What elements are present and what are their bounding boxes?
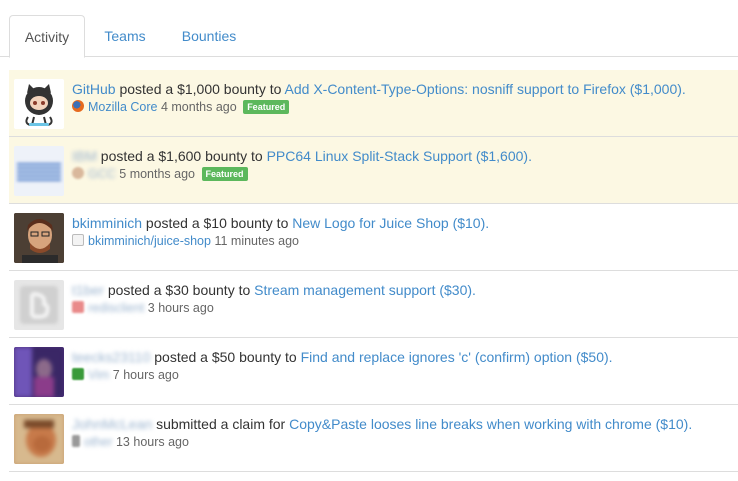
featured-badge: Featured <box>201 167 248 181</box>
feed-item-meta: other 13 hours ago <box>72 435 189 449</box>
claim-link[interactable]: Copy&Paste looses line breaks when worki… <box>289 416 692 432</box>
featured-badge: Featured <box>243 100 290 114</box>
time-ago: 7 hours ago <box>112 368 179 382</box>
bounty-link[interactable]: Stream management support ($30). <box>254 282 476 298</box>
feed-item-meta: redisclient 3 hours ago <box>72 301 214 315</box>
feed-item-summary: bkimminich posted a $10 bounty to New Lo… <box>72 215 489 231</box>
tab-bounties[interactable]: Bounties <box>178 15 240 58</box>
feed-item-summary: t1ber posted a $30 bounty to Stream mana… <box>72 282 476 298</box>
project-icon <box>72 301 84 313</box>
time-ago: 4 months ago <box>160 100 237 114</box>
action-text: posted a $1,600 bounty to <box>100 148 263 164</box>
feed-item: IBM posted a $1,600 bounty to PPC64 Linu… <box>9 137 738 204</box>
user-avatar[interactable] <box>14 414 64 464</box>
action-text: posted a $30 bounty to <box>107 282 251 298</box>
user-avatar[interactable] <box>14 280 64 330</box>
bounty-link[interactable]: Add X-Content-Type-Options: nosniff supp… <box>285 81 686 97</box>
project-link[interactable]: bkimminich/juice-shop <box>88 234 211 248</box>
user-link[interactable]: teecks23110 <box>72 349 150 365</box>
time-ago: 5 months ago <box>119 167 196 181</box>
project-link[interactable]: Mozilla Core <box>88 100 157 114</box>
time-ago: 13 hours ago <box>115 435 189 449</box>
time-ago: 11 minutes ago <box>214 234 299 248</box>
feed-item-summary: IBM posted a $1,600 bounty to PPC64 Linu… <box>72 148 532 164</box>
user-photo <box>14 414 64 464</box>
action-text: posted a $10 bounty to <box>145 215 289 231</box>
bounty-link[interactable]: PPC64 Linux Split-Stack Support ($1,600)… <box>267 148 532 164</box>
project-icon <box>72 435 80 447</box>
github-octocat-icon <box>25 84 53 126</box>
github-avatar[interactable] <box>14 79 64 129</box>
time-ago: 3 hours ago <box>147 301 214 315</box>
feed-item-summary: teecks23110 posted a $50 bounty to Find … <box>72 349 613 365</box>
user-link[interactable]: t1ber <box>72 282 104 298</box>
bounty-link[interactable]: Find and replace ignores 'c' (confirm) o… <box>301 349 613 365</box>
feed-item-summary: GitHub posted a $1,000 bounty to Add X-C… <box>72 81 686 97</box>
project-link[interactable]: Vim <box>88 368 109 382</box>
user-avatar[interactable] <box>14 213 64 263</box>
user-avatar[interactable] <box>14 347 64 397</box>
user-photo <box>14 347 64 397</box>
user-link[interactable]: IBM <box>72 148 97 164</box>
project-icon <box>72 167 84 179</box>
ibm-avatar[interactable] <box>14 146 64 196</box>
feed-item: t1ber posted a $30 bounty to Stream mana… <box>9 271 738 338</box>
user-photo <box>14 213 64 263</box>
vim-icon <box>72 368 84 380</box>
project-link[interactable]: redisclient <box>88 301 144 315</box>
feed-item-summary: JohnMcLean submitted a claim for Copy&Pa… <box>72 416 692 432</box>
feed-item-meta: GCC 5 months ago Featured <box>72 167 248 181</box>
user-link[interactable]: GitHub <box>72 81 116 97</box>
action-text: posted a $1,000 bounty to <box>119 81 282 97</box>
feed-item: GitHub posted a $1,000 bounty to Add X-C… <box>9 70 738 137</box>
tab-activity[interactable]: Activity <box>9 15 85 58</box>
user-link[interactable]: bkimminich <box>72 215 142 231</box>
feed-item: JohnMcLean submitted a claim for Copy&Pa… <box>9 405 738 472</box>
action-text: posted a $50 bounty to <box>154 349 297 365</box>
activity-feed: GitHub posted a $1,000 bounty to Add X-C… <box>9 70 738 472</box>
action-text: submitted a claim for <box>156 416 286 432</box>
feed-item: teecks23110 posted a $50 bounty to Find … <box>9 338 738 405</box>
feed-item-meta: Mozilla Core 4 months ago Featured <box>72 100 290 114</box>
user-link[interactable]: JohnMcLean <box>72 416 152 432</box>
feed-item-meta: Vim 7 hours ago <box>72 368 179 382</box>
firefox-icon <box>72 100 84 112</box>
ibm-logo <box>17 163 61 181</box>
default-avatar-icon <box>20 286 58 324</box>
activity-tabs: Activity Teams Bounties <box>0 0 738 58</box>
feed-item-meta: bkimminich/juice-shop 11 minutes ago <box>72 234 299 248</box>
project-link[interactable]: GCC <box>88 167 116 181</box>
tab-teams[interactable]: Teams <box>100 15 150 58</box>
feed-item: bkimminich posted a $10 bounty to New Lo… <box>9 204 738 271</box>
project-link[interactable]: other <box>84 435 113 449</box>
bountysource-icon <box>72 234 84 246</box>
bounty-link[interactable]: New Logo for Juice Shop ($10). <box>292 215 489 231</box>
